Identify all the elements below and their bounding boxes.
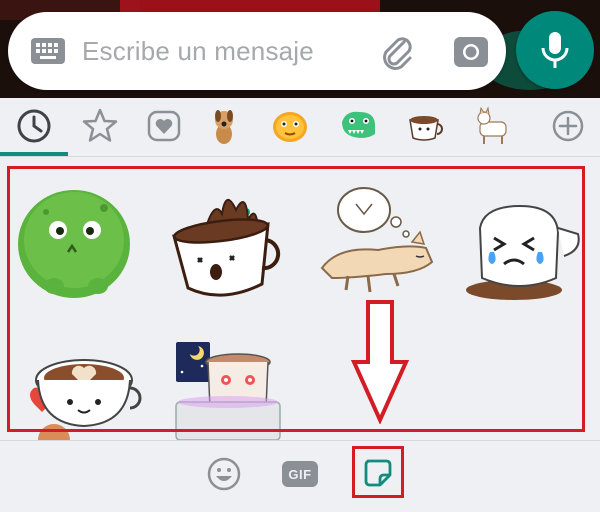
clock-icon[interactable]: [12, 104, 56, 148]
emoji-icon[interactable]: [206, 456, 242, 492]
dog-sticker-icon[interactable]: [204, 104, 248, 148]
green-dino-sticker-icon[interactable]: [336, 104, 380, 148]
mic-button[interactable]: [516, 11, 594, 89]
paperclip-icon[interactable]: [376, 32, 420, 76]
sticker-icon[interactable]: [362, 457, 394, 489]
selected-tab-indicator: [0, 152, 68, 156]
camera-icon[interactable]: [452, 33, 490, 71]
down-arrow-annotation: [350, 300, 410, 424]
plus-icon[interactable]: [546, 104, 590, 148]
message-input-bar[interactable]: Escribe un mensaje: [8, 12, 506, 90]
sticker-pack-tabs: [0, 98, 600, 216]
shiba-sticker-icon[interactable]: [472, 104, 516, 148]
coffee-sticker-icon[interactable]: [404, 104, 448, 148]
keyboard-icon[interactable]: [30, 37, 66, 65]
bottom-tab-bar: GIF: [0, 440, 600, 512]
heart-icon[interactable]: [142, 104, 186, 148]
sticker-grid-highlight: [7, 166, 585, 432]
gif-button[interactable]: GIF: [282, 461, 318, 487]
star-icon[interactable]: [78, 104, 122, 148]
orange-blob-sticker-icon[interactable]: [268, 104, 312, 148]
message-input[interactable]: Escribe un mensaje: [82, 36, 314, 67]
mic-icon: [541, 32, 569, 68]
